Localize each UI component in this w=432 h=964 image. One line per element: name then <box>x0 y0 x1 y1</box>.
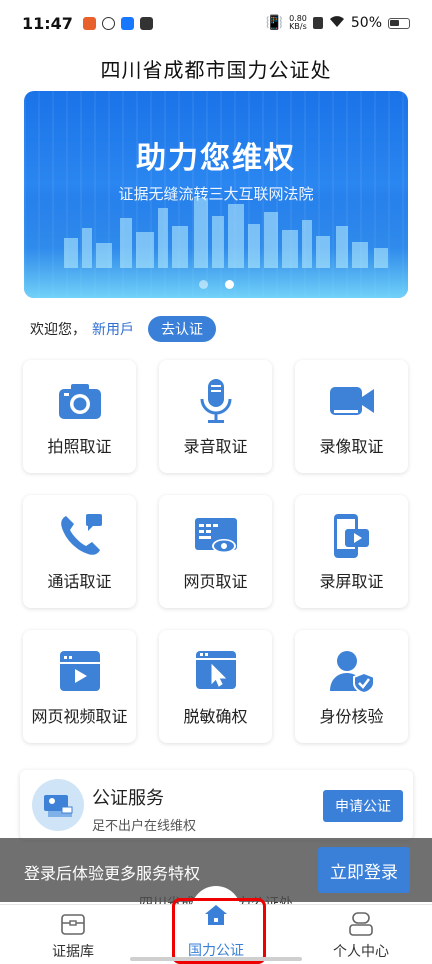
nav-profile[interactable]: 个人中心 <box>306 911 416 961</box>
feature-label: 录像取证 <box>319 436 384 456</box>
feature-label: 录音取证 <box>183 436 248 456</box>
feature-call[interactable]: 通话取证 <box>23 495 136 608</box>
video-camera-icon <box>329 386 374 415</box>
welcome-greeting: 欢迎您， <box>30 322 86 338</box>
apply-notary-button[interactable]: 申请公证 <box>323 790 403 822</box>
feature-label: 通话取证 <box>47 571 112 591</box>
microphone-icon <box>200 378 231 423</box>
welcome-username: 新用戶 <box>92 322 134 338</box>
screen-record-icon <box>333 513 369 558</box>
feature-web-video[interactable]: 网页视频取证 <box>23 630 136 743</box>
verify-button[interactable]: 去认证 <box>148 316 216 342</box>
feature-video[interactable]: 录像取证 <box>295 360 408 473</box>
wifi-icon <box>329 15 345 32</box>
carousel-dot-active[interactable] <box>224 280 234 289</box>
service-title: 公证服务 <box>92 788 164 809</box>
message-icon <box>139 16 153 30</box>
battery-icon <box>388 17 410 29</box>
nav-label: 证据库 <box>52 944 94 960</box>
speed-unit: KB/s <box>289 22 307 31</box>
nav-evidence[interactable]: 证据库 <box>18 911 128 961</box>
page-title: 四川省成都市国力公证处 <box>100 58 332 82</box>
feature-label: 网页视频取证 <box>31 706 128 726</box>
carousel-indicator <box>24 280 408 289</box>
evidence-box-icon <box>61 914 85 935</box>
login-prompt-text: 登录后体验更多服务特权 <box>24 864 201 883</box>
alipay-icon <box>120 16 134 30</box>
carousel-dot[interactable] <box>198 280 208 289</box>
feature-desensitize[interactable]: 脱敏确权 <box>159 630 272 743</box>
feature-label: 录屏取证 <box>319 571 384 591</box>
sim-icon <box>312 17 323 29</box>
feature-audio[interactable]: 录音取证 <box>159 360 272 473</box>
feature-label: 脱敏确权 <box>183 706 248 726</box>
notification-app-icon <box>101 16 115 30</box>
feature-screen-record[interactable]: 录屏取证 <box>295 495 408 608</box>
profile-icon <box>349 912 373 936</box>
city-skyline <box>64 198 388 268</box>
nav-label: 个人中心 <box>333 944 389 960</box>
feature-identity[interactable]: 身份核验 <box>295 630 408 743</box>
camera-icon <box>58 383 101 419</box>
feature-webpage[interactable]: 网页取证 <box>159 495 272 608</box>
status-bar: 11:47 📳 0.80 KB/s 50% <box>0 0 432 46</box>
web-eye-icon <box>194 517 237 553</box>
login-button[interactable]: 立即登录 <box>318 847 410 893</box>
feature-grid: 拍照取证 录音取证 录像取证 通话取证 网页取证 录屏取证 网页视频取证 脱敏确… <box>23 360 409 743</box>
notification-app-icon <box>82 16 96 30</box>
feature-label: 拍照取证 <box>47 436 112 456</box>
notary-service-card[interactable]: 公证服务 足不出户在线维权 申请公证 <box>20 770 413 840</box>
welcome-row: 欢迎您， 新用戶 去认证 <box>30 316 216 342</box>
banner-carousel[interactable]: 助力您维权 证据无缝流转三大互联网法院 <box>24 91 408 298</box>
feature-label: 身份核验 <box>319 706 384 726</box>
phone-icon <box>60 513 102 555</box>
web-video-icon <box>59 650 100 691</box>
battery-percent: 50% <box>350 15 382 31</box>
feature-label: 网页取证 <box>183 571 248 591</box>
identity-check-icon <box>329 650 375 694</box>
banner-subtitle: 证据无缝流转三大互联网法院 <box>118 185 314 203</box>
highlight-annotation <box>172 898 266 964</box>
feature-photo[interactable]: 拍照取证 <box>23 360 136 473</box>
network-speed: 0.80 KB/s <box>289 15 307 31</box>
status-time: 11:47 <box>22 13 73 33</box>
home-indicator[interactable] <box>130 957 302 961</box>
notary-service-icon <box>32 779 84 831</box>
desensitize-icon <box>195 650 236 689</box>
vibrate-icon: 📳 <box>265 15 284 31</box>
banner-title: 助力您维权 <box>136 141 296 176</box>
service-subtitle: 足不出户在线维权 <box>92 819 197 834</box>
